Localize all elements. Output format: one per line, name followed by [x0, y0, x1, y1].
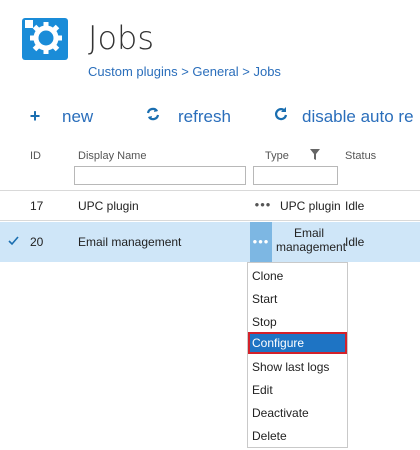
menu-item-clone[interactable]: Clone	[248, 265, 347, 287]
refresh-icon	[144, 106, 162, 127]
toolbar: + new refresh disable auto re	[0, 106, 420, 130]
menu-item-edit[interactable]: Edit	[248, 379, 347, 401]
row-type: Email management	[276, 226, 347, 254]
row-divider	[0, 220, 420, 221]
refresh-button[interactable]: refresh	[144, 106, 231, 127]
row-type-line2: management	[276, 240, 347, 254]
row-status: Idle	[345, 199, 365, 213]
menu-item-configure[interactable]: Configure	[248, 332, 347, 354]
table-row-selected[interactable]: 20 Email management ••• Email management…	[0, 222, 420, 262]
row-type: UPC plugin	[280, 199, 341, 213]
refresh-label: refresh	[178, 106, 231, 126]
menu-item-delete[interactable]: Delete	[248, 425, 347, 447]
disable-label: disable auto re	[302, 106, 414, 126]
disable-refresh-icon	[272, 106, 290, 127]
row-context-menu: Clone Start Stop Configure Show last log…	[247, 262, 348, 448]
row-id: 17	[30, 199, 44, 213]
table-row[interactable]: 17 UPC plugin ••• UPC plugin Idle	[0, 193, 420, 219]
row-display-name: UPC plugin	[78, 199, 139, 213]
display-name-filter-input[interactable]	[74, 166, 246, 185]
jobs-gear-icon	[22, 18, 68, 60]
row-more-button[interactable]: •••	[250, 222, 272, 262]
menu-item-start[interactable]: Start	[248, 288, 347, 310]
row-type-line1: Email	[293, 226, 324, 240]
row-more-button[interactable]: •••	[252, 197, 274, 221]
disable-auto-refresh-button[interactable]: disable auto re	[272, 106, 414, 127]
breadcrumb[interactable]: Custom plugins > General > Jobs	[88, 64, 281, 79]
menu-item-stop[interactable]: Stop	[248, 311, 347, 333]
column-header-status[interactable]: Status	[345, 150, 376, 162]
new-label: new	[62, 106, 94, 126]
column-header-display-name[interactable]: Display Name	[78, 150, 146, 162]
menu-item-deactivate[interactable]: Deactivate	[248, 402, 347, 424]
row-status: Idle	[345, 235, 365, 249]
page-title: Jobs	[88, 19, 154, 57]
header-divider	[0, 190, 420, 191]
selected-check-icon[interactable]	[8, 235, 19, 249]
plus-icon: +	[29, 106, 41, 126]
row-id: 20	[30, 235, 44, 249]
type-filter-input[interactable]	[253, 166, 338, 185]
row-display-name: Email management	[78, 235, 182, 249]
column-header-type[interactable]: Type	[265, 150, 289, 162]
filter-funnel-icon[interactable]	[310, 148, 320, 166]
new-button[interactable]: + new	[26, 106, 93, 127]
menu-item-show-last-logs[interactable]: Show last logs	[248, 356, 347, 378]
column-header-id[interactable]: ID	[30, 150, 41, 162]
